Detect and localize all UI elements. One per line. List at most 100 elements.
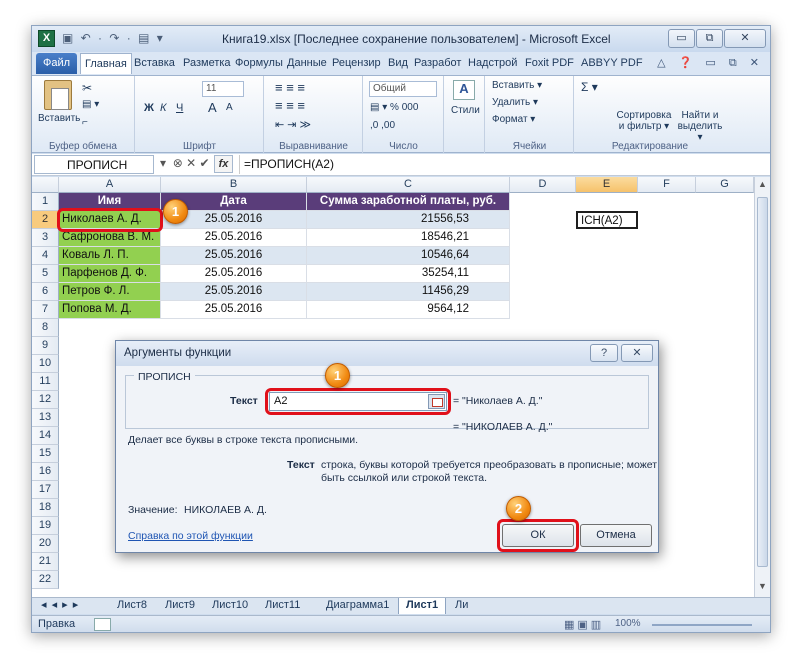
sheet-tab[interactable]: Ли [448,598,475,614]
scroll-down-icon[interactable]: ▼ [757,581,768,593]
ribbon-help-icons[interactable]: △ ❓ ▭ ⧉ ✕ [657,56,764,70]
row-header[interactable]: 22 [32,571,59,589]
tab-layout[interactable]: Разметка [179,53,235,74]
row-header[interactable]: 11 [32,373,59,391]
tab-developer[interactable]: Разработ [410,53,465,74]
column-header-c[interactable]: C [307,177,510,193]
cell-salary[interactable]: 18546,21 [307,229,510,247]
excel-app-icon[interactable]: X [38,30,55,47]
format-cells-button[interactable]: Формат ▾ [492,114,535,125]
scroll-up-icon[interactable]: ▲ [757,179,768,191]
bold-button[interactable]: Ж [144,102,154,114]
macro-record-icon[interactable] [94,618,111,631]
insert-function-button[interactable]: fx [214,155,233,173]
autosum-button[interactable]: Σ ▾ [581,80,598,94]
number-format-icons[interactable]: ▤ ▾ % 000 [370,102,418,113]
delete-cells-button[interactable]: Удалить ▾ [492,97,538,108]
cut-icon[interactable]: ✂ [82,81,92,95]
number-format-select[interactable]: Общий [369,81,437,97]
row-header[interactable]: 8 [32,319,59,337]
dialog-help-button[interactable]: ? [590,344,618,362]
insert-cells-button[interactable]: Вставить ▾ [492,80,542,91]
cell-name[interactable]: Парфенов Д. Ф. [59,265,161,283]
column-header-e[interactable]: E [576,177,638,193]
minimize-button[interactable]: ▭ [668,29,695,48]
cell-date[interactable]: 25.05.2016 [161,229,307,247]
tab-home[interactable]: Главная [80,53,132,74]
row-header[interactable]: 21 [32,553,59,571]
row-header[interactable]: 5 [32,265,59,283]
sheet-tab[interactable]: Лист9 [158,598,202,614]
row-header[interactable]: 6 [32,283,59,301]
styles-button[interactable]: Стили [451,105,480,116]
quick-access-toolbar[interactable]: ▣ ↶ · ↷ · ▤ ▾ [62,31,165,45]
column-header-b[interactable]: B [161,177,307,193]
name-box[interactable]: ПРОПИСН [34,155,154,174]
formula-input[interactable]: =ПРОПИСН(A2) [239,155,764,174]
column-header-a[interactable]: A [59,177,161,193]
cell-salary[interactable]: 11456,29 [307,283,510,301]
font-size-select[interactable]: 11 [202,81,244,97]
sheet-tab[interactable]: Лист10 [205,598,255,614]
underline-button[interactable]: Ч [176,102,183,114]
cell-name[interactable]: Коваль Л. П. [59,247,161,265]
cell-salary[interactable]: 10546,64 [307,247,510,265]
row-header[interactable]: 19 [32,517,59,535]
tab-foxit-pdf[interactable]: Foxit PDF [521,53,578,74]
find-select-button[interactable]: Найти и выделить ▾ [675,110,725,143]
sheet-tab[interactable]: Лист8 [110,598,154,614]
italic-button[interactable]: К [160,102,166,114]
format-painter-icon[interactable]: ⌐ [82,117,88,128]
row-header[interactable]: 18 [32,499,59,517]
tab-abbyy-pdf[interactable]: ABBYY PDF [577,53,647,74]
row-header[interactable]: 20 [32,535,59,553]
cell-salary[interactable]: 21556,53 [307,211,510,229]
row-header[interactable]: 12 [32,391,59,409]
sheet-tab[interactable]: Лист11 [258,598,307,614]
restore-button[interactable]: ⧉ [696,29,723,48]
shrink-font-button[interactable]: A [226,102,233,113]
tab-view[interactable]: Вид [384,53,412,74]
indent-icons[interactable]: ⇤ ⇥ ≫ [275,118,311,131]
sheet-tab[interactable]: Диаграмма1 [319,598,396,614]
cell-salary[interactable]: 9564,12 [307,301,510,319]
row-header[interactable]: 2 [32,211,59,229]
tab-insert[interactable]: Вставка [130,53,179,74]
paste-icon[interactable] [44,80,72,110]
cell-date[interactable]: 25.05.2016 [161,283,307,301]
styles-icon[interactable]: A [453,80,475,100]
formula-cancel-enter-icons[interactable]: ▾ ⊗ ✕ ✔ [160,156,210,170]
header-cell-salary[interactable]: Сумма заработной платы, руб. [307,193,510,211]
column-header-d[interactable]: D [510,177,576,193]
cancel-button[interactable]: Отмена [580,524,652,547]
row-header[interactable]: 9 [32,337,59,355]
zoom-slider[interactable] [652,624,752,626]
align-horizontal-icons[interactable]: ≡ ≡ ≡ [275,98,305,113]
row-header[interactable]: 13 [32,409,59,427]
scroll-thumb[interactable] [757,197,768,567]
column-header-f[interactable]: F [638,177,696,193]
close-button[interactable]: ✕ [724,29,766,48]
cell-name[interactable]: Попова М. Д. [59,301,161,319]
row-header[interactable]: 15 [32,445,59,463]
grow-font-button[interactable]: A [208,100,217,115]
active-cell-e2[interactable]: ІСН(A2) [576,211,638,229]
select-all-corner[interactable] [32,177,59,193]
column-header-g[interactable]: G [696,177,754,193]
help-on-function-link[interactable]: Справка по этой функции [128,530,253,542]
row-header[interactable]: 7 [32,301,59,319]
tab-review[interactable]: Рецензир [328,53,385,74]
row-header[interactable]: 3 [32,229,59,247]
tab-data[interactable]: Данные [283,53,331,74]
sheet-tab-active[interactable]: Лист1 [398,598,447,614]
row-header[interactable]: 16 [32,463,59,481]
cell-name[interactable]: Петров Ф. Л. [59,283,161,301]
tab-file[interactable]: Файл [36,53,77,74]
cell-salary[interactable]: 35254,11 [307,265,510,283]
cell-date[interactable]: 25.05.2016 [161,265,307,283]
decimal-icons[interactable]: ,0 ,00 [370,120,395,131]
view-mode-icons[interactable]: ▦▣▥ [564,618,604,631]
tab-addins[interactable]: Надстрой [464,53,521,74]
zoom-level[interactable]: 100% [615,618,641,629]
cell-date[interactable]: 25.05.2016 [161,301,307,319]
